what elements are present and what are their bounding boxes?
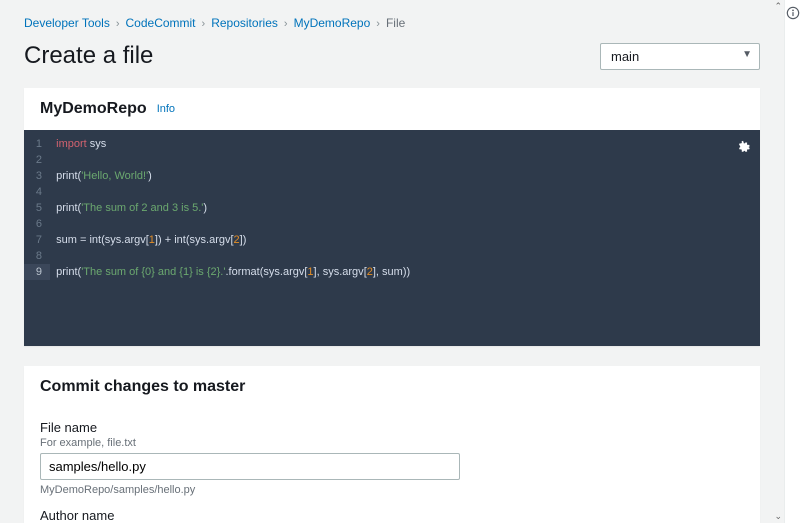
editor-card: MyDemoRepo Info 1 import sys2 3 print('H… (24, 88, 760, 346)
file-name-label: File name (40, 420, 744, 435)
editor-line[interactable]: 2 (24, 152, 760, 168)
breadcrumb: Developer Tools › CodeCommit › Repositories ›… (0, 0, 784, 36)
file-name-input[interactable] (40, 453, 460, 480)
editor-line[interactable]: 5 print('The sum of 2 and 3 is 5.') (24, 200, 760, 216)
commit-card: Commit changes to master File name For e… (24, 366, 760, 523)
chevron-right-icon: › (284, 18, 288, 30)
breadcrumb-item[interactable]: MyDemoRepo (294, 16, 371, 30)
main-scroll[interactable]: ⌃ ⌄ Developer Tools › CodeCommit › Repositor… (0, 0, 784, 523)
breadcrumb-item: File (386, 16, 405, 30)
editor-line[interactable]: 1 import sys (24, 136, 760, 152)
scroll-up-icon: ⌃ (774, 1, 782, 12)
chevron-right-icon: › (116, 18, 120, 30)
commit-heading: Commit changes to master (40, 378, 245, 396)
file-path-preview: MyDemoRepo/samples/hello.py (40, 484, 744, 496)
editor-line[interactable]: 7 sum = int(sys.argv[1]) + int(sys.argv[… (24, 232, 760, 248)
info-icon[interactable] (786, 6, 800, 20)
editor-line[interactable]: 8 (24, 248, 760, 264)
editor-line[interactable]: 3 print('Hello, World!') (24, 168, 760, 184)
file-name-hint: For example, file.txt (40, 437, 744, 449)
editor-line[interactable]: 9 print('The sum of {0} and {1} is {2}.'… (24, 264, 760, 280)
chevron-right-icon: › (376, 18, 380, 30)
author-name-label: Author name (40, 508, 744, 523)
editor-line[interactable]: 4 (24, 184, 760, 200)
editor-line[interactable]: 6 (24, 216, 760, 232)
gear-icon[interactable] (736, 140, 750, 159)
scroll-down-icon: ⌄ (774, 511, 782, 522)
page-title: Create a file (24, 42, 153, 70)
info-panel-rail (784, 0, 800, 523)
breadcrumb-item[interactable]: CodeCommit (126, 16, 196, 30)
branch-select-input[interactable]: main (600, 43, 760, 70)
info-link[interactable]: Info (157, 103, 175, 115)
repo-name: MyDemoRepo (40, 100, 147, 118)
code-editor[interactable]: 1 import sys2 3 print('Hello, World!')4 … (24, 130, 760, 346)
chevron-right-icon: › (202, 18, 206, 30)
branch-select[interactable]: main (600, 43, 760, 70)
breadcrumb-item[interactable]: Repositories (211, 16, 278, 30)
breadcrumb-item[interactable]: Developer Tools (24, 16, 110, 30)
